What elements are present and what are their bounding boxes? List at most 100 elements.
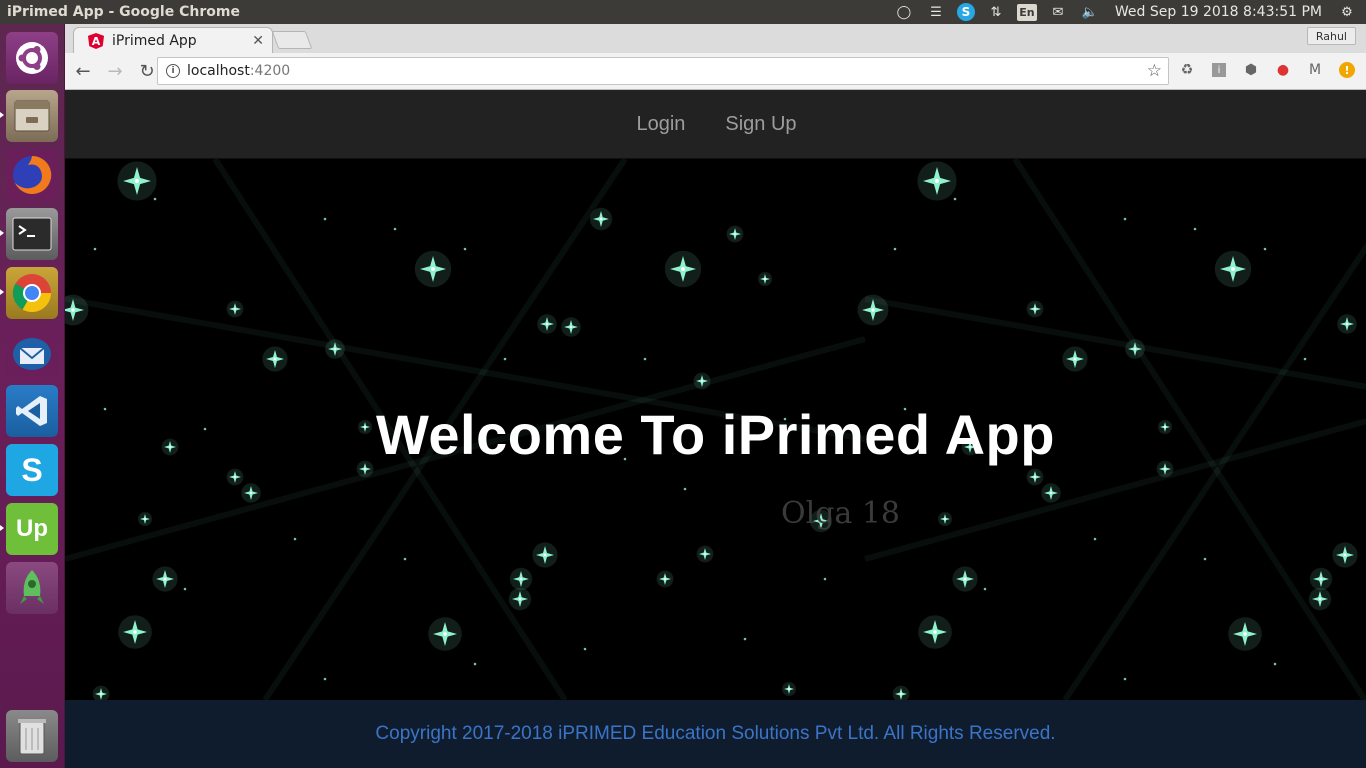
recycle-extension-icon[interactable]: ♻	[1176, 59, 1198, 81]
angular-favicon-icon: A	[88, 33, 104, 49]
trash-icon[interactable]	[6, 710, 58, 762]
files-icon[interactable]	[6, 90, 58, 142]
star-dot	[983, 587, 987, 591]
ubuntu-icon[interactable]	[6, 32, 58, 84]
star-shape	[726, 225, 744, 243]
star-dot	[953, 197, 957, 201]
info-icon[interactable]: i	[166, 64, 180, 78]
tab-strip: A iPrimed App ✕ Rahul	[65, 24, 1366, 54]
alert-extension-icon[interactable]: !	[1336, 59, 1358, 81]
star-dot	[1273, 662, 1277, 666]
forward-arrow-icon[interactable]: →	[101, 57, 129, 85]
url-host: localhost	[187, 63, 250, 79]
network-icon[interactable]: ⇅	[985, 3, 1007, 21]
star-dot	[823, 577, 827, 581]
site-footer: Copyright 2017-2018 iPRIMED Education So…	[65, 700, 1366, 768]
new-tab-button[interactable]	[271, 31, 313, 49]
star-dot	[1263, 247, 1267, 251]
star-dot	[503, 357, 507, 361]
star-shape	[1308, 587, 1332, 611]
star-shape	[1228, 617, 1262, 651]
star-dot	[293, 537, 297, 541]
back-arrow-icon[interactable]: ←	[69, 57, 97, 85]
star-shape	[414, 250, 452, 288]
star-dot	[323, 677, 327, 681]
rocket-icon[interactable]	[6, 562, 58, 614]
running-indicator	[0, 525, 4, 531]
running-indicator	[0, 112, 4, 118]
close-tab-icon[interactable]: ✕	[252, 33, 264, 49]
window-title: iPrimed App - Google Chrome	[7, 4, 240, 20]
star-shape	[693, 372, 711, 390]
star-shape	[92, 685, 110, 700]
star-shape	[117, 161, 157, 201]
signup-link[interactable]: Sign Up	[725, 113, 796, 136]
site-navbar: Login Sign Up	[65, 90, 1366, 159]
star-shape	[917, 161, 957, 201]
record-extension-icon[interactable]: ●	[1272, 59, 1294, 81]
star-dot	[183, 587, 187, 591]
list-icon[interactable]: ☰	[925, 3, 947, 21]
firefox-icon[interactable]	[6, 149, 58, 201]
star-shape	[1337, 314, 1357, 334]
star-shape	[1026, 300, 1044, 318]
star-shape	[1332, 542, 1358, 568]
star-dot	[1123, 677, 1127, 681]
copyright-text: Copyright 2017-2018 iPRIMED Education So…	[375, 723, 1056, 744]
address-bar[interactable]: i localhost:4200 ☆	[157, 57, 1169, 85]
star-shape	[782, 682, 796, 696]
star-dot	[403, 557, 407, 561]
star-shape	[262, 346, 288, 372]
star-shape	[537, 314, 557, 334]
star-dot	[473, 662, 477, 666]
star-shape	[857, 294, 889, 326]
info-extension-icon[interactable]: i	[1208, 59, 1230, 81]
star-shape	[226, 468, 244, 486]
clock[interactable]: Wed Sep 19 2018 8:43:51 PM	[1111, 4, 1326, 20]
skype-icon[interactable]: S	[6, 444, 58, 496]
star-dot	[93, 247, 97, 251]
hero-title: Welcome To iPrimed App	[376, 403, 1055, 466]
star-dot	[643, 357, 647, 361]
bulb-icon[interactable]: ◯	[893, 3, 915, 21]
running-indicator	[0, 289, 4, 295]
star-dot	[1093, 537, 1097, 541]
star-dot	[1203, 557, 1207, 561]
chrome-icon[interactable]	[6, 267, 58, 319]
star-shape	[226, 300, 244, 318]
star-shape	[561, 317, 581, 337]
mail-icon[interactable]: ✉	[1047, 3, 1069, 21]
tab-title: iPrimed App	[112, 33, 197, 49]
star-shape	[1309, 567, 1333, 591]
thunderbird-icon[interactable]	[6, 326, 58, 378]
volume-icon[interactable]: 🔈	[1079, 3, 1101, 21]
star-dot	[463, 247, 467, 251]
web-page: Login Sign Up Olga 18 Welcome To iPrimed…	[65, 90, 1366, 768]
keyboard-layout-indicator[interactable]: En	[1016, 3, 1037, 21]
vscode-icon[interactable]	[6, 385, 58, 437]
shield-extension-icon[interactable]: ⬢	[1240, 59, 1262, 81]
gmail-extension-icon[interactable]: M	[1304, 59, 1326, 81]
star-dot	[153, 197, 157, 201]
skype-indicator-icon[interactable]: S	[956, 3, 975, 21]
profile-button[interactable]: Rahul	[1306, 27, 1356, 45]
star-shape	[65, 294, 89, 326]
star-shape	[138, 512, 152, 526]
star-shape	[508, 587, 532, 611]
gear-icon[interactable]: ⚙	[1336, 3, 1358, 21]
login-link[interactable]: Login	[636, 113, 685, 136]
star-shape	[664, 250, 702, 288]
star-shape	[656, 570, 674, 588]
bookmark-star-icon[interactable]: ☆	[1147, 61, 1162, 81]
star-shape	[696, 545, 714, 563]
star-shape	[1214, 250, 1252, 288]
upwork-icon[interactable]: Up	[6, 503, 58, 555]
star-dot	[893, 247, 897, 251]
launcher: S Up	[0, 24, 65, 768]
browser-tab[interactable]: A iPrimed App ✕	[73, 27, 273, 54]
terminal-icon[interactable]	[6, 208, 58, 260]
star-dot	[1193, 227, 1197, 231]
star-dot	[1303, 357, 1307, 361]
browser-chrome: A iPrimed App ✕ Rahul ← → ↻ i localhost:…	[65, 24, 1366, 90]
star-shape	[509, 567, 533, 591]
